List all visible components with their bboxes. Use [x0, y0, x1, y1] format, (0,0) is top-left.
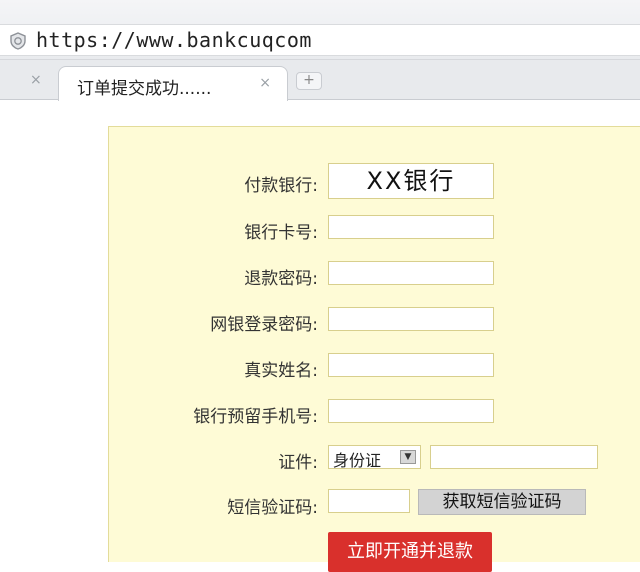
- payment-bank-value: XX银行: [328, 163, 494, 199]
- tab-active[interactable]: 订单提交成功...... ×: [58, 66, 288, 101]
- address-bar[interactable]: https://www.bankcuqcom: [0, 24, 640, 56]
- id-type-value: 身份证: [333, 451, 382, 470]
- real-name-label: 真实姓名:: [244, 361, 318, 381]
- reserved-phone-input[interactable]: [328, 399, 494, 423]
- card-number-label: 银行卡号:: [244, 223, 318, 243]
- close-icon[interactable]: ×: [259, 75, 271, 91]
- id-number-input[interactable]: [430, 445, 598, 469]
- tab-strip: × 订单提交成功...... × +: [0, 60, 640, 101]
- get-sms-code-button[interactable]: 获取短信验证码: [418, 489, 586, 515]
- real-name-input[interactable]: [328, 353, 494, 377]
- tab-title: 订单提交成功......: [77, 79, 212, 99]
- submit-refund-button[interactable]: 立即开通并退款: [328, 532, 492, 572]
- id-type-select[interactable]: 身份证 ▼: [328, 445, 421, 470]
- online-banking-password-input[interactable]: [328, 307, 494, 331]
- refund-password-label: 退款密码:: [244, 269, 318, 289]
- payment-bank-label: 付款银行:: [244, 176, 318, 196]
- new-tab-button[interactable]: +: [296, 72, 322, 90]
- online-banking-password-label: 网银登录密码:: [210, 315, 318, 335]
- card-number-input[interactable]: [328, 215, 494, 239]
- url-text[interactable]: https://www.bankcuqcom: [36, 28, 312, 52]
- sms-code-input[interactable]: [328, 489, 410, 513]
- refund-password-input[interactable]: [328, 261, 494, 285]
- chevron-down-icon[interactable]: ▼: [400, 450, 416, 464]
- reserved-phone-label: 银行预留手机号:: [193, 407, 318, 427]
- shield-icon: [10, 32, 26, 50]
- id-label: 证件:: [278, 453, 318, 473]
- browser-toolbar: https://www.bankcuqcom: [0, 0, 640, 60]
- sms-code-label: 短信验证码:: [227, 498, 318, 518]
- close-icon[interactable]: ×: [30, 72, 42, 88]
